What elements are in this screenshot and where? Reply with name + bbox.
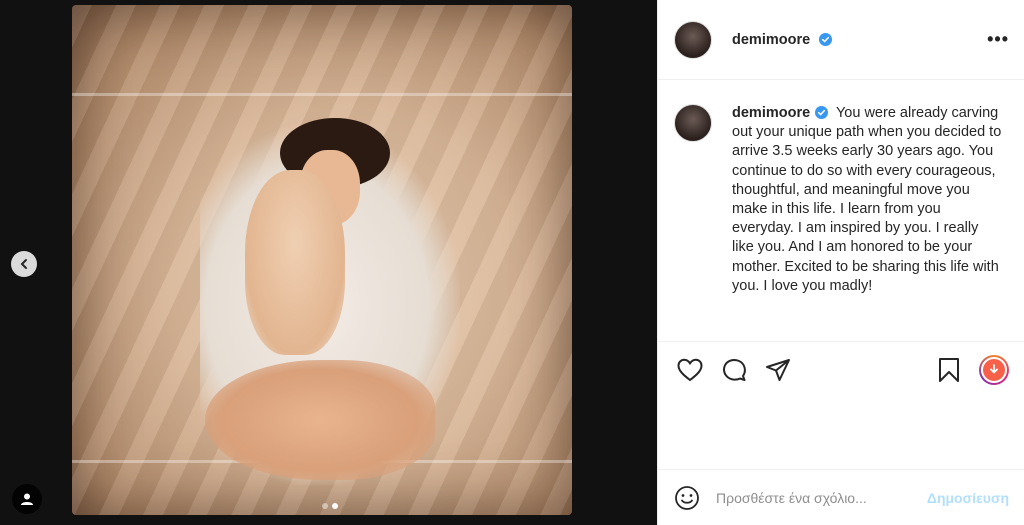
bookmark-icon	[939, 358, 959, 382]
share-icon	[766, 359, 790, 381]
carousel-prev-button[interactable]	[11, 251, 37, 277]
caption-section: demimoore You were already carving out y…	[658, 80, 1024, 342]
photo-subject-legs	[205, 360, 435, 480]
carousel-dot-active	[332, 503, 338, 509]
user-tags-button[interactable]	[12, 484, 42, 514]
more-options-button[interactable]: •••	[987, 29, 1009, 50]
caption-text: You were already carving out your unique…	[732, 105, 1002, 294]
user-tag-icon	[21, 493, 33, 505]
comment-icon	[723, 358, 746, 381]
download-icon	[981, 357, 1007, 383]
username-text[interactable]: demimoore	[732, 32, 810, 48]
post-header: demimoore •••	[658, 0, 1024, 80]
heart-icon	[677, 358, 703, 382]
like-button[interactable]	[674, 354, 706, 386]
add-comment-bar: Δημοσίευση	[658, 469, 1024, 525]
carousel-indicator	[322, 503, 338, 509]
extension-button[interactable]	[979, 355, 1009, 385]
action-bar	[658, 342, 1024, 398]
avatar[interactable]	[674, 20, 712, 59]
save-button[interactable]	[933, 354, 965, 386]
verified-badge-icon	[815, 106, 829, 119]
post-comment-button[interactable]: Δημοσίευση	[927, 490, 1009, 506]
post-sidebar: demimoore ••• demimoore You were already…	[657, 0, 1024, 525]
carousel-dot	[322, 503, 328, 509]
username-link[interactable]: demimoore	[732, 32, 833, 48]
caption-avatar[interactable]	[674, 104, 712, 142]
share-button[interactable]	[762, 354, 794, 386]
comment-input[interactable]	[714, 488, 927, 507]
emoji-icon[interactable]	[674, 485, 700, 511]
caption-text-block: demimoore You were already carving out y…	[732, 104, 1002, 341]
photo-subject-baby	[245, 170, 345, 355]
verified-badge-icon	[819, 32, 833, 46]
caption-username[interactable]: demimoore	[732, 105, 810, 121]
chevron-left-icon	[20, 259, 27, 269]
comment-button[interactable]	[718, 354, 750, 386]
post-media[interactable]	[0, 0, 657, 525]
